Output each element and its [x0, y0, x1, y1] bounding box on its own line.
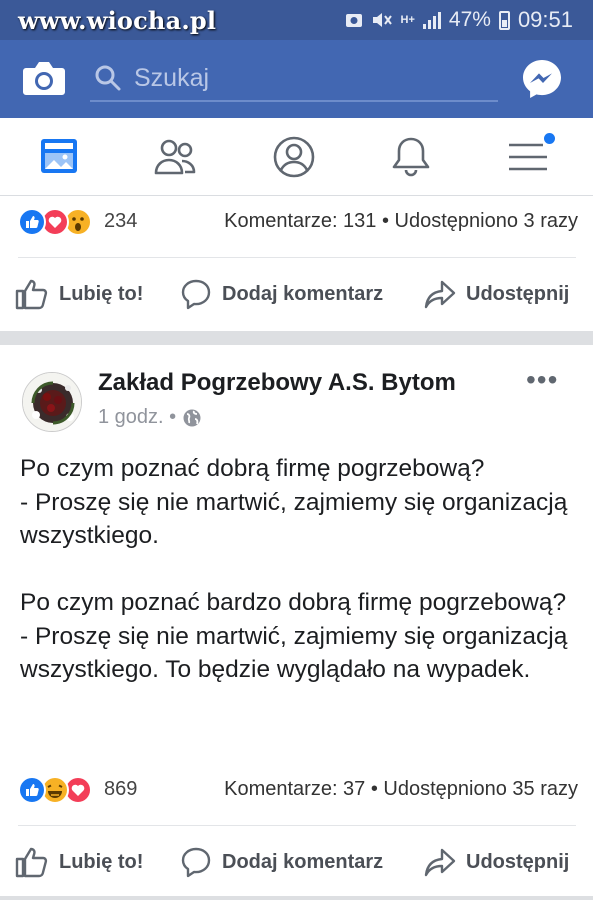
messenger-icon[interactable] [521, 58, 563, 100]
like-reaction-icon [18, 776, 46, 804]
status-icons: H+ 47% 09:51 [345, 7, 573, 33]
watermark: www.wiocha.pl [18, 6, 217, 35]
signal-icon [422, 11, 441, 29]
nav-friends[interactable] [152, 135, 200, 179]
divider [18, 825, 576, 826]
more-options-button[interactable]: ••• [526, 366, 558, 394]
post-actions: Lubię to! Dodaj komentarz Udostępnij [0, 827, 593, 897]
feed-separator [0, 331, 593, 345]
post-author[interactable]: Zakład Pogrzebowy A.S. Bytom [98, 369, 456, 397]
photo-notification-icon [345, 14, 362, 27]
divider [18, 257, 576, 258]
post-actions: Lubię to! Dodaj komentarz Udostępnij [0, 259, 593, 329]
globe-icon [183, 409, 201, 426]
feed-separator [0, 896, 593, 900]
post-text: Po czym poznać dobrą firmę pogrzebową? -… [20, 455, 568, 683]
like-button[interactable]: Lubię to! [15, 259, 143, 329]
reaction-icons[interactable] [18, 776, 92, 804]
search-input[interactable] [134, 58, 484, 98]
nav-menu[interactable] [505, 133, 555, 179]
menu-notification-dot [544, 133, 555, 144]
nav-profile[interactable] [270, 135, 318, 179]
status-bar: www.wiocha.pl H+ 47% 09:51 [0, 0, 593, 40]
battery-icon [498, 10, 510, 30]
wreath-avatar-image [23, 373, 81, 431]
comment-button[interactable]: Dodaj komentarz [180, 827, 383, 897]
comment-icon [181, 279, 211, 310]
thumbs-up-icon [15, 847, 48, 878]
share-icon [424, 280, 456, 309]
news-feed-icon [41, 139, 77, 173]
share-button[interactable]: Udostępnij [424, 259, 569, 329]
nav-bar [0, 118, 593, 196]
post-meta: 1 godz. • [98, 406, 202, 429]
menu-icon [509, 143, 547, 171]
reaction-count[interactable]: 234 [104, 210, 137, 233]
nav-news-feed[interactable] [36, 135, 84, 179]
search-icon [95, 65, 121, 91]
share-label: Udostępnij [466, 282, 570, 305]
clock: 09:51 [517, 7, 573, 32]
like-reaction-icon [18, 208, 46, 236]
app-header [0, 40, 593, 118]
reaction-count[interactable]: 869 [104, 778, 137, 801]
comment-label: Dodaj komentarz [222, 850, 384, 873]
search-bar[interactable] [90, 54, 498, 102]
network-type: H+ [400, 14, 415, 26]
comment-label: Dodaj komentarz [222, 282, 384, 305]
friends-icon [154, 139, 196, 175]
comment-button[interactable]: Dodaj komentarz [180, 259, 383, 329]
reaction-icons[interactable] [18, 208, 92, 236]
battery-percent: 47% [448, 8, 491, 31]
comments-shares-count[interactable]: Komentarze: 37 • Udostępniono 35 razy [224, 778, 578, 801]
comments-shares-count[interactable]: Komentarze: 131 • Udostępniono 3 razy [224, 210, 578, 233]
share-icon [424, 848, 456, 877]
post-stats: 869 Komentarze: 37 • Udostępniono 35 raz… [18, 770, 578, 810]
nav-notifications[interactable] [387, 135, 435, 179]
like-label: Lubię to! [59, 850, 144, 873]
profile-icon [273, 136, 315, 178]
thumbs-up-icon [15, 279, 48, 310]
share-button[interactable]: Udostępnij [424, 827, 569, 897]
comment-icon [181, 847, 211, 878]
bell-icon [392, 137, 430, 177]
like-label: Lubię to! [59, 282, 144, 305]
camera-icon[interactable] [22, 58, 66, 98]
mute-icon [372, 13, 392, 27]
page-avatar[interactable] [22, 372, 82, 432]
post-time[interactable]: 1 godz. • [98, 406, 176, 429]
like-button[interactable]: Lubię to! [15, 827, 143, 897]
share-label: Udostępnij [466, 850, 570, 873]
post-stats: 234 Komentarze: 131 • Udostępniono 3 raz… [18, 202, 578, 242]
